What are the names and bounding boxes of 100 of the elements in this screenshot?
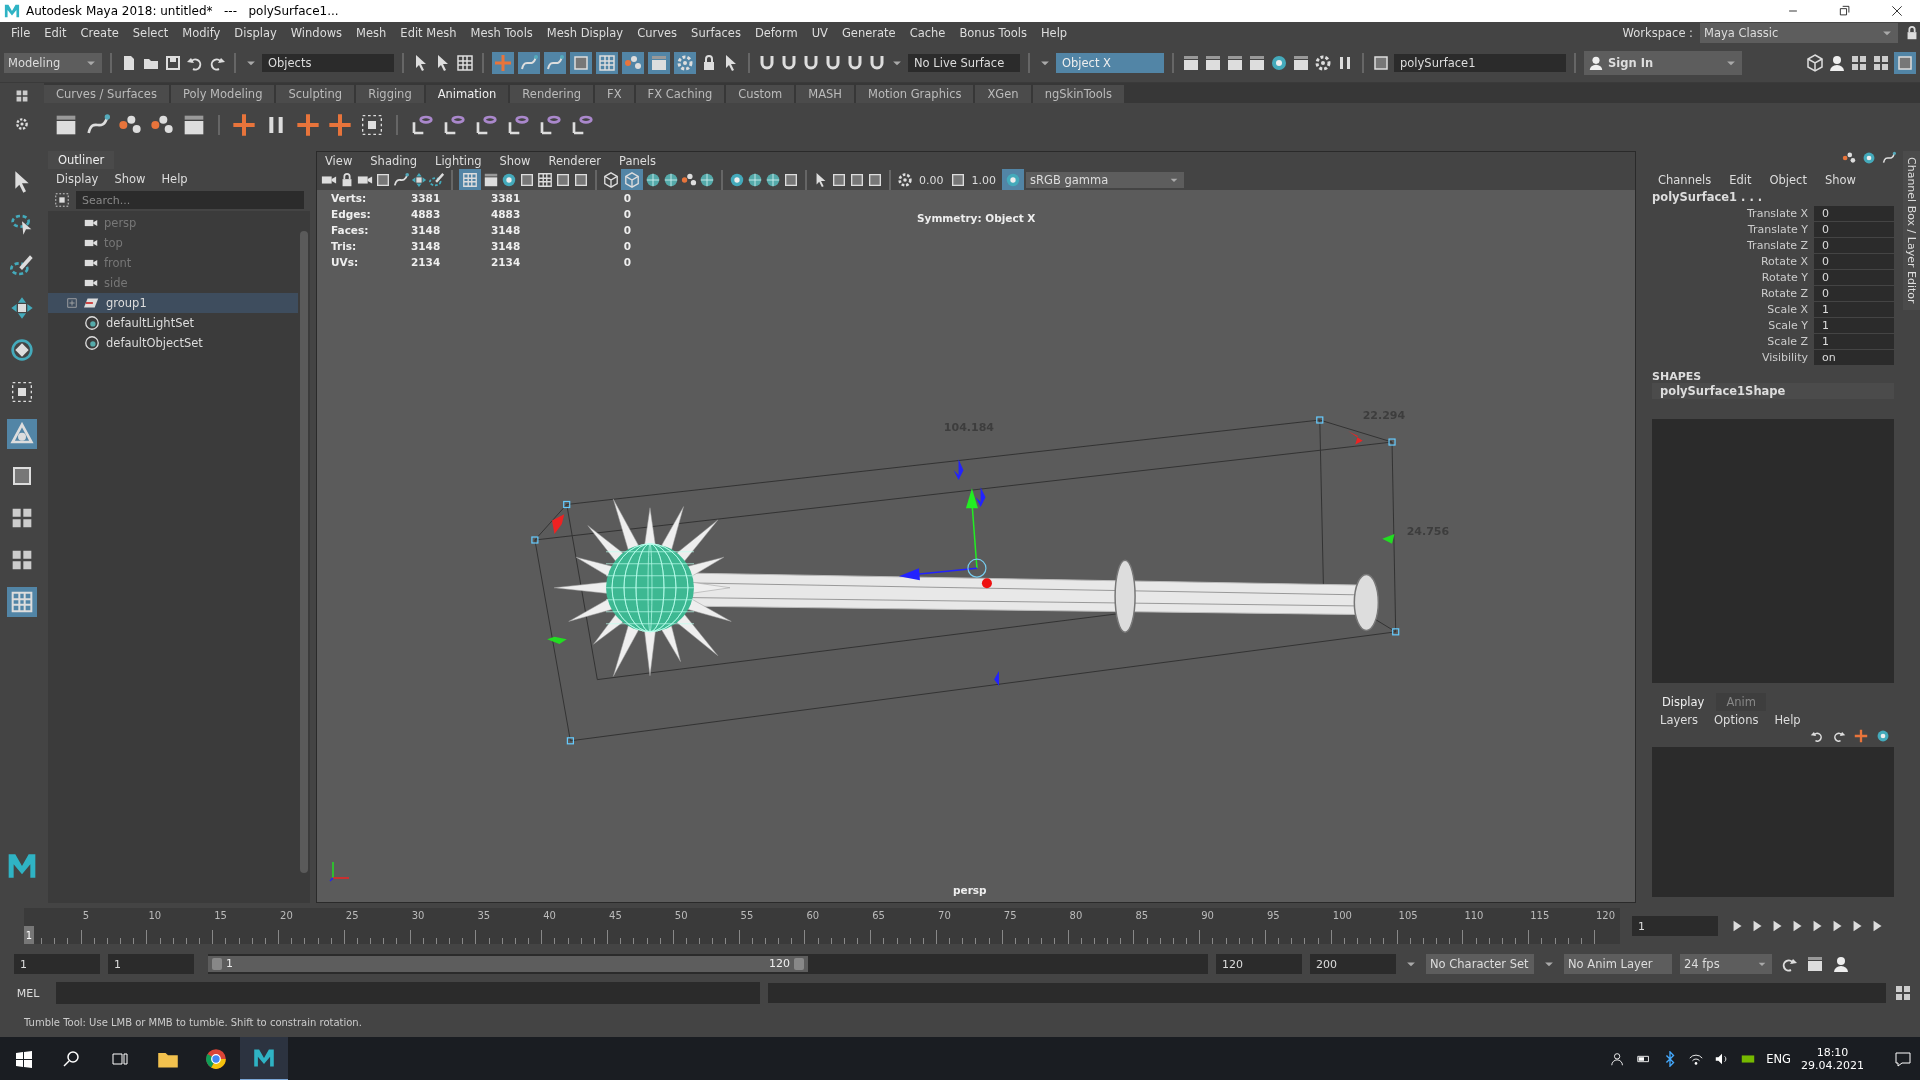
scale-tool-icon[interactable] [10, 380, 34, 404]
color-space-dropdown[interactable]: sRGB gamma [1026, 172, 1184, 188]
name-field[interactable]: polySurface1 [1394, 54, 1566, 72]
menu-item[interactable]: Mesh [349, 26, 394, 40]
shelf-tab[interactable]: Custom [726, 85, 795, 103]
color-management-icon[interactable] [1005, 172, 1021, 188]
link-icon[interactable] [570, 113, 594, 137]
clapper-icon[interactable] [54, 113, 78, 137]
current-frame-field[interactable]: 1 [1632, 916, 1718, 936]
playback-end-field[interactable]: 120 [1216, 954, 1302, 974]
shape-name[interactable]: polySurface1Shape [1652, 383, 1894, 399]
menu-item[interactable]: Show [1824, 173, 1856, 187]
link-icon[interactable] [538, 113, 562, 137]
magnet-icon[interactable] [758, 54, 776, 72]
move-manipulator-drawing[interactable] [898, 488, 992, 589]
menu-item[interactable]: Generate [834, 26, 903, 40]
menu-item[interactable]: Options [1714, 713, 1759, 727]
circle-icon[interactable] [1862, 151, 1876, 165]
square-icon[interactable] [555, 172, 571, 188]
outliner-item[interactable]: defaultLightSet [48, 313, 298, 333]
gamma-field[interactable]: 1.00 [967, 173, 1000, 187]
paint-tool-icon[interactable] [10, 254, 34, 278]
shelf-tab[interactable]: FX [595, 85, 634, 103]
grid-icon[interactable] [456, 54, 474, 72]
gamma-icon[interactable] [949, 172, 966, 188]
language-indicator[interactable]: ENG [1766, 1052, 1791, 1066]
square-icon[interactable] [573, 172, 589, 188]
layout-icon[interactable] [10, 464, 34, 488]
sphere-icon[interactable] [663, 172, 679, 188]
menu-item[interactable]: Edit Mesh [393, 26, 464, 40]
workspace-dropdown[interactable]: Maya Classic [1700, 23, 1898, 43]
shelf-tab[interactable]: MASH [796, 85, 855, 103]
sphere-icon[interactable] [699, 172, 715, 188]
menu-item[interactable]: Curves [630, 26, 685, 40]
range-slider[interactable]: 1 120 [208, 954, 1208, 974]
move-tool-icon[interactable] [10, 296, 34, 320]
magnet-icon[interactable] [824, 54, 842, 72]
shelf-tab[interactable]: Curves / Surfaces [44, 85, 169, 103]
character-set-dropdown[interactable]: No Character Set [1426, 954, 1534, 974]
app-logo-icon[interactable] [253, 1047, 275, 1069]
magnet-icon[interactable] [780, 54, 798, 72]
channel-value-field[interactable]: 0 [1814, 221, 1894, 237]
channel-value-field[interactable]: on [1814, 349, 1894, 365]
link-icon[interactable] [410, 113, 434, 137]
shelf-tab[interactable]: Animation [425, 85, 509, 103]
outliner-item[interactable]: group1 [48, 293, 298, 313]
clapper-icon[interactable] [483, 172, 499, 188]
layout-icon[interactable] [10, 548, 34, 572]
shelf-tab[interactable]: ngSkinTools [1032, 85, 1124, 103]
outliner-layout-icon[interactable] [10, 590, 34, 614]
channel-value-field[interactable]: 0 [1814, 269, 1894, 285]
object-name[interactable]: polySurface1 . . . [1646, 189, 1902, 205]
menu-item[interactable]: Panels [619, 154, 657, 168]
grid-icon[interactable] [537, 172, 553, 188]
shelf-tab[interactable]: XGen [975, 85, 1031, 103]
menu-item[interactable]: Object [1769, 173, 1807, 187]
shelf-tab[interactable]: Rendering [510, 85, 594, 103]
menu-item[interactable]: Mesh Tools [463, 26, 540, 40]
clapper-icon[interactable] [182, 113, 206, 137]
live-surface-field[interactable]: No Live Surface [908, 54, 1020, 72]
script-language-label[interactable]: MEL [8, 986, 48, 1000]
menu-item[interactable]: Mesh Display [539, 26, 631, 40]
menu-item[interactable]: Help [1774, 713, 1801, 727]
bookmark-icon[interactable] [375, 172, 391, 188]
magnet-icon[interactable] [868, 54, 886, 72]
square-icon[interactable] [849, 172, 865, 188]
search-icon[interactable] [63, 1050, 81, 1068]
tool-icon[interactable] [10, 422, 34, 446]
task-view-icon[interactable] [111, 1050, 129, 1068]
square-icon[interactable] [831, 172, 847, 188]
side-tab[interactable]: Channel Box / Layer Editor [1902, 151, 1920, 310]
menu-item[interactable]: Layers [1660, 713, 1699, 727]
shelf-tab[interactable]: Rigging [356, 85, 424, 103]
playback-start-field[interactable]: 1 [108, 954, 194, 974]
gear-icon[interactable] [1314, 54, 1332, 72]
save-icon[interactable] [164, 54, 182, 72]
dots-icon[interactable] [681, 172, 697, 188]
shelf-tab[interactable]: Sculpting [276, 85, 355, 103]
link-icon[interactable] [442, 113, 466, 137]
shelf-tab[interactable]: Motion Graphics [856, 85, 974, 103]
menu-item[interactable]: Display [56, 172, 99, 186]
menu-set-dropdown[interactable]: Modeling [4, 53, 102, 73]
plus-icon[interactable] [296, 113, 320, 137]
filter-icon[interactable] [54, 192, 70, 208]
anim-layer-dropdown[interactable]: No Anim Layer [1564, 954, 1672, 974]
menu-item[interactable]: Windows [283, 26, 350, 40]
exposure-field[interactable]: 0.00 [915, 173, 948, 187]
browser-icon[interactable] [205, 1048, 227, 1070]
magnet-icon[interactable] [802, 54, 820, 72]
link-icon[interactable] [474, 113, 498, 137]
clapper-icon[interactable] [1292, 54, 1310, 72]
scale-icon[interactable] [360, 113, 384, 137]
channel-value-field[interactable]: 1 [1814, 301, 1894, 317]
circle-icon[interactable] [501, 172, 517, 188]
magnet-icon[interactable] [846, 54, 864, 72]
app-logo-icon[interactable] [7, 851, 37, 881]
circle-icon[interactable] [1270, 54, 1288, 72]
menu-item[interactable]: File [4, 26, 38, 40]
rotate-tool-icon[interactable] [10, 338, 34, 362]
channel-value-field[interactable]: 0 [1814, 205, 1894, 221]
